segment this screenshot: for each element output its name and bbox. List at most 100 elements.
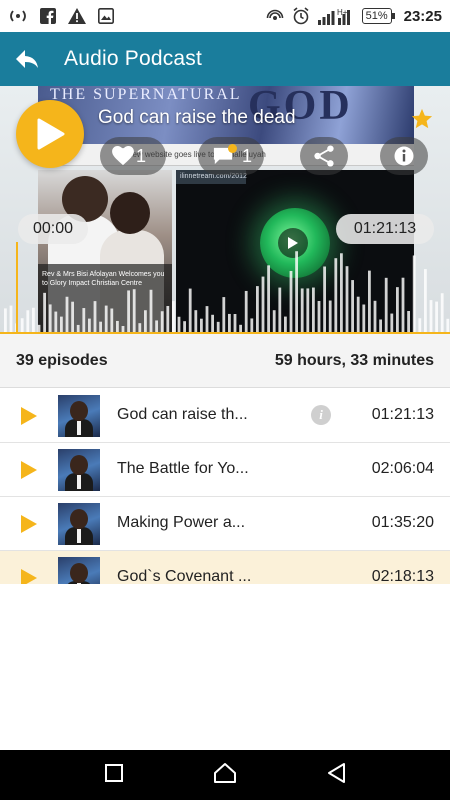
waveform-bar [149,289,153,334]
waveform-bar [306,288,310,334]
episode-thumbnail [58,394,100,437]
info-icon [394,146,414,166]
waveform-bar [396,287,399,334]
waveform-bar [48,304,52,334]
back-nav-button[interactable] [326,762,346,789]
share-icon [314,145,334,167]
waveform-bar [340,253,343,334]
waveform-bar [222,297,226,334]
favorite-button[interactable] [411,108,433,135]
waveform-bar [9,305,13,334]
waveform-bar [82,308,86,334]
play-icon [21,514,37,533]
episode-row[interactable]: God can raise th... i 01:21:13 [0,389,450,443]
app-title: Audio Podcast [64,47,203,70]
episodes-summary: 39 episodes 59 hours, 33 minutes [0,334,450,388]
waveform-bar [373,300,377,334]
episode-play-button[interactable] [0,514,58,534]
waveform-bar [4,308,7,334]
episode-thumbnail [58,556,100,584]
waveform-bar [54,311,58,334]
system-nav-bar [0,750,450,800]
recents-icon [105,763,124,782]
waveform-bar [424,269,427,334]
play-button[interactable] [16,100,84,168]
waveform-bar [65,296,69,334]
waveform-bar [278,287,282,334]
current-episode-title: God can raise the dead [98,107,296,128]
episode-row[interactable]: Making Power a... 01:35:20 [0,497,450,551]
waveform-bar [110,308,114,334]
waveform-bar [323,266,326,334]
back-button[interactable] [4,32,50,86]
waveform-bar [93,301,97,334]
waveform-bar [144,310,147,334]
waveform-bar [435,301,438,334]
waveform-bar [412,255,416,334]
facebook-icon [40,8,56,24]
episode-title: Making Power a... [117,514,246,531]
comment-count: 1 [242,145,253,166]
waveform-bar [362,304,366,334]
recents-button[interactable] [104,763,124,788]
play-icon [21,406,37,425]
waveform-bar [440,293,444,334]
waveform-bar [166,305,170,334]
play-icon [37,118,65,150]
waveform-bar [429,300,433,334]
episode-play-button[interactable] [0,460,58,480]
info-icon[interactable]: i [311,405,331,425]
waveform-bar [127,290,130,334]
episode-play-button[interactable] [0,406,58,426]
waveform-bar [256,286,259,334]
comment-button[interactable]: 1 [198,137,264,175]
thumbnail-head [70,508,88,529]
home-icon [213,762,236,783]
waveform-bar [295,251,298,334]
hotspot-icon [10,10,26,22]
play-icon [21,460,37,479]
home-button[interactable] [213,762,237,789]
waveform-bar [132,289,136,334]
episode-duration: 02:06:04 [371,460,434,477]
thumbnail-head [70,562,88,583]
alarm-icon [293,7,309,25]
episode-row-active[interactable]: God`s Covenant ... 02:18:13 [0,551,450,584]
waveform-bar [401,277,405,334]
waveform-bar [188,288,192,334]
episode-duration: 01:21:13 [371,406,434,423]
waveform-bar [267,265,270,334]
share-button[interactable] [300,137,348,175]
waveform-bar [233,313,237,334]
thumbnail-shirt [77,582,81,584]
episode-title: God can raise th... [117,406,248,423]
audio-waveform[interactable] [0,234,450,334]
waveform-bar [228,313,231,334]
heart-icon [112,146,134,166]
person-head [110,192,150,234]
waveform-bar [71,301,74,334]
episode-thumbnail [58,448,100,491]
waveform-bar [160,311,164,334]
triangle-back-icon [327,762,345,783]
waveform-bar [300,288,304,334]
episode-play-button[interactable] [0,568,58,584]
like-button[interactable]: 1 [100,137,166,175]
waveform-bar [205,306,209,334]
like-count: 1 [136,145,147,166]
playback-position-marker[interactable] [16,242,18,334]
episode-row[interactable]: The Battle for Yo... 02:06:04 [0,443,450,497]
waveform-bar [244,290,248,334]
play-icon [21,568,37,584]
waveform-bar [407,310,410,334]
waveform-bar [26,310,30,334]
episode-count: 39 episodes [16,351,108,369]
waveform-bar [272,310,276,334]
episode-title: God`s Covenant ... [117,568,252,584]
warning-icon [68,8,86,24]
status-left-icons [8,8,114,24]
thumbnail-shirt [77,528,81,543]
waveform-bar [172,301,175,334]
info-button[interactable] [380,137,428,175]
waveform-bar [356,296,360,334]
